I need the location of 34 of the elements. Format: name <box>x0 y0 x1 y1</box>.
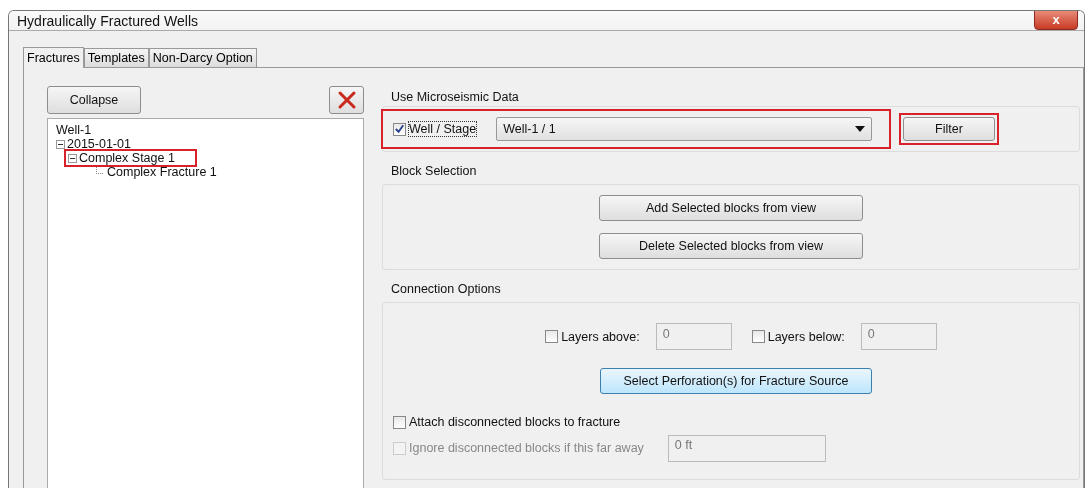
group-title: Use Microseismic Data <box>390 90 520 104</box>
tree-item[interactable]: Complex Stage 1 <box>64 149 197 167</box>
checkbox-label: Attach disconnected blocks to fracture <box>409 415 621 429</box>
action-button[interactable]: Add Selected blocks from view <box>599 195 863 221</box>
window-title: Hydraulically Fractured Wells <box>17 12 198 29</box>
dropdown-value: Well-1 / 1 <box>503 122 556 136</box>
filter-button[interactable]: Filter <box>903 117 995 141</box>
collapse-icon[interactable] <box>56 139 65 149</box>
dropdown-arrow-icon <box>855 126 866 132</box>
checkbox[interactable] <box>545 330 559 343</box>
branch-line <box>96 166 103 174</box>
checkbox-label: Ignore disconnected blocks if this far away <box>409 441 644 455</box>
collapse-button[interactable]: Collapse <box>47 86 141 114</box>
delete-icon <box>336 90 357 110</box>
perforation-button[interactable]: Select Perforation(s) for Fracture Source <box>600 368 872 394</box>
tab[interactable]: Fractures <box>23 47 84 68</box>
well-stage-dropdown[interactable]: Well-1 / 1 <box>496 117 873 141</box>
checkbox[interactable] <box>393 415 406 429</box>
checkbox[interactable] <box>751 330 765 343</box>
collapse-icon[interactable] <box>68 153 77 163</box>
layers-field[interactable]: 0 <box>655 323 732 350</box>
action-button[interactable]: Delete Selected blocks from view <box>599 233 863 259</box>
checkbox-label: Layers above: <box>561 329 640 344</box>
tab[interactable]: Non-Darcy Option <box>148 48 257 67</box>
group-title: Block Selection <box>390 164 478 178</box>
close-button[interactable]: x <box>1034 11 1078 30</box>
checkbox[interactable] <box>393 122 406 136</box>
group-title: Connection Options <box>390 282 502 296</box>
checkbox-label: Layers below: <box>767 329 845 344</box>
tree-view[interactable]: Well-1 2015-01-01 Complex Stage 1 Complex Fracture 1 <box>47 118 364 488</box>
delete-button[interactable] <box>329 86 364 114</box>
tab[interactable]: Templates <box>83 48 149 67</box>
layers-field[interactable]: 0 <box>860 323 937 350</box>
checkbox-label: Well / Stage <box>409 122 477 136</box>
